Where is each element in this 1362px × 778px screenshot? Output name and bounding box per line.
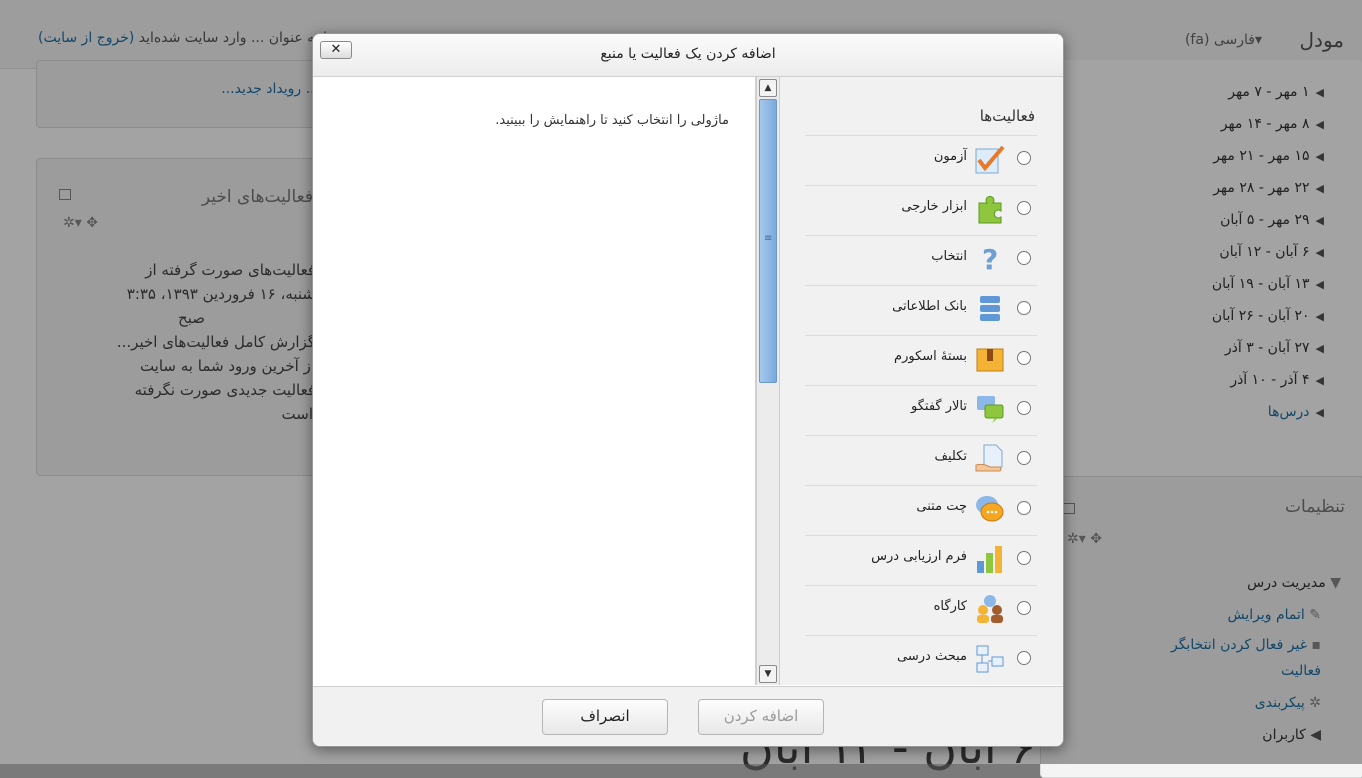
module-option-scorm[interactable]: بستهٔ اسکورم bbox=[805, 335, 1037, 386]
module-label: ابزار خارجی bbox=[901, 199, 967, 214]
radio-button[interactable] bbox=[1017, 151, 1031, 165]
module-label: بستهٔ اسکورم bbox=[894, 349, 967, 364]
close-button[interactable]: ✕ bbox=[320, 41, 352, 59]
scorm-package-icon bbox=[976, 348, 1004, 372]
dialog-footer: اضافه کردن انصراف bbox=[313, 686, 1063, 746]
choice-icon: ? bbox=[982, 243, 998, 275]
scroll-up-button[interactable]: ▲ bbox=[759, 79, 777, 97]
module-help-pane: ماژولی را انتخاب کنید تا راهنمایش را ببی… bbox=[313, 77, 756, 685]
radio-button[interactable] bbox=[1017, 501, 1031, 515]
modules-scrollbar[interactable]: ▲ ≡ ▼ bbox=[756, 77, 780, 685]
radio-button[interactable] bbox=[1017, 351, 1031, 365]
radio-button[interactable] bbox=[1017, 551, 1031, 565]
chat-icon bbox=[976, 496, 1004, 522]
add-activity-dialog: اضافه کردن یک فعالیت یا منبع ✕ ماژولی را… bbox=[312, 33, 1064, 747]
module-option-survey[interactable]: فرم ارزیابی درس bbox=[805, 535, 1037, 586]
module-label: مبحث درسی bbox=[897, 649, 967, 664]
dialog-header: اضافه کردن یک فعالیت یا منبع ✕ bbox=[313, 34, 1063, 77]
radio-button[interactable] bbox=[1017, 651, 1031, 665]
dialog-title: اضافه کردن یک فعالیت یا منبع bbox=[600, 46, 776, 62]
module-option-database[interactable]: بانک اطلاعاتی bbox=[805, 285, 1037, 336]
lesson-icon bbox=[976, 645, 1004, 673]
module-option-workshop[interactable]: کارگاه bbox=[805, 585, 1037, 636]
module-label: آزمون bbox=[933, 149, 967, 164]
scroll-thumb[interactable]: ≡ bbox=[759, 99, 777, 383]
help-text: ماژولی را انتخاب کنید تا راهنمایش را ببی… bbox=[495, 113, 729, 128]
modules-list: فعالیت‌ها آزمون ابزار خارجی ? انتخاب bbox=[780, 77, 1063, 685]
external-tool-icon bbox=[978, 195, 1002, 224]
module-label: بانک اطلاعاتی bbox=[892, 299, 967, 314]
module-option-quiz[interactable]: آزمون bbox=[805, 135, 1037, 186]
module-label: کارگاه bbox=[933, 599, 967, 614]
radio-button[interactable] bbox=[1017, 451, 1031, 465]
database-icon bbox=[980, 296, 1000, 321]
module-label: تکلیف bbox=[934, 449, 967, 464]
module-option-external-tool[interactable]: ابزار خارجی bbox=[805, 185, 1037, 236]
module-label: فرم ارزیابی درس bbox=[871, 549, 967, 564]
radio-button[interactable] bbox=[1017, 601, 1031, 615]
radio-button[interactable] bbox=[1017, 301, 1031, 315]
scroll-down-button[interactable]: ▼ bbox=[759, 665, 777, 683]
svg-text:?: ? bbox=[982, 243, 998, 275]
forum-icon bbox=[977, 396, 1004, 423]
add-button[interactable]: اضافه کردن bbox=[698, 699, 824, 735]
activities-heading: فعالیت‌ها bbox=[979, 107, 1035, 125]
radio-button[interactable] bbox=[1017, 251, 1031, 265]
workshop-icon bbox=[977, 595, 1003, 623]
quiz-icon bbox=[975, 145, 1005, 174]
module-label: چت متنی bbox=[916, 499, 967, 514]
grip-icon: ≡ bbox=[764, 233, 773, 244]
module-label: تالار گفتگو bbox=[911, 399, 967, 414]
radio-button[interactable] bbox=[1017, 401, 1031, 415]
module-label: انتخاب bbox=[931, 249, 967, 264]
module-option-forum[interactable]: تالار گفتگو bbox=[805, 385, 1037, 436]
module-option-assignment[interactable]: تکلیف bbox=[805, 435, 1037, 486]
module-option-lesson[interactable]: مبحث درسی bbox=[805, 635, 1037, 685]
radio-button[interactable] bbox=[1017, 201, 1031, 215]
assignment-icon bbox=[975, 444, 1003, 472]
module-option-chat[interactable]: چت متنی bbox=[805, 485, 1037, 536]
module-option-choice[interactable]: ? انتخاب bbox=[805, 235, 1037, 286]
survey-icon bbox=[977, 546, 1002, 573]
close-icon: ✕ bbox=[330, 42, 342, 57]
cancel-button[interactable]: انصراف bbox=[542, 699, 668, 735]
